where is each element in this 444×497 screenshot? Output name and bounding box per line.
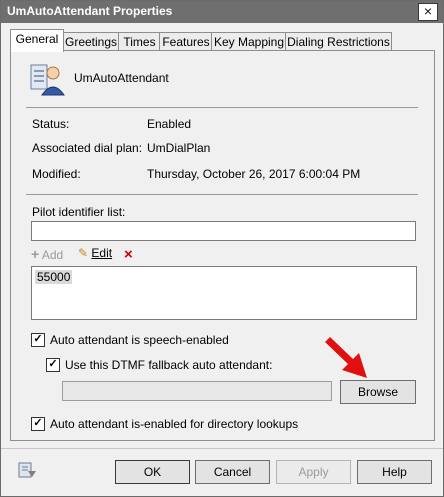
speech-enabled-checkbox[interactable]: ✓ bbox=[31, 333, 45, 347]
tab-times[interactable]: Times bbox=[118, 32, 161, 51]
edit-label: Edit bbox=[91, 246, 113, 260]
status-value: Enabled bbox=[147, 117, 192, 131]
properties-page-icon bbox=[18, 462, 36, 478]
tab-features[interactable]: Features bbox=[159, 32, 213, 51]
dtmf-fallback-input[interactable] bbox=[62, 381, 332, 401]
apply-label: Apply bbox=[298, 465, 329, 479]
dtmf-label: Use this DTMF fallback auto attendant: bbox=[65, 358, 273, 372]
pilot-list[interactable]: 55000 bbox=[31, 266, 417, 320]
add-button[interactable]: + Add bbox=[31, 246, 63, 262]
help-label: Help bbox=[382, 465, 407, 479]
red-arrow-icon bbox=[325, 337, 367, 378]
directory-lookup-checkbox[interactable]: ✓ bbox=[31, 417, 45, 431]
apply-button[interactable]: Apply bbox=[276, 460, 351, 484]
delete-x-icon[interactable]: × bbox=[124, 246, 133, 263]
cancel-button[interactable]: Cancel bbox=[195, 460, 270, 484]
dialplan-value: UmDialPlan bbox=[147, 141, 211, 155]
dtmf-checkbox[interactable]: ✓ bbox=[46, 358, 60, 372]
modified-value: Thursday, October 26, 2017 6:00:04 PM bbox=[147, 167, 361, 181]
help-button[interactable]: Help bbox=[357, 460, 432, 484]
directory-lookup-label: Auto attendant is-enabled for directory … bbox=[50, 417, 299, 431]
tab-key-mapping[interactable]: Key Mapping bbox=[211, 32, 287, 51]
separator-middle bbox=[26, 194, 418, 195]
footer-separator bbox=[1, 448, 443, 449]
status-label: Status: bbox=[32, 117, 70, 131]
browse-button[interactable]: Browse bbox=[340, 380, 416, 404]
window-title: UmAutoAttendant Properties bbox=[7, 4, 173, 18]
pilot-identifier-input[interactable] bbox=[31, 221, 416, 241]
tab-greetings-label: Greetings bbox=[64, 35, 118, 49]
edit-button[interactable]: ✎ Edit bbox=[78, 246, 112, 260]
attendant-name: UmAutoAttendant bbox=[74, 71, 169, 85]
browse-label: Browse bbox=[357, 385, 398, 399]
ok-button[interactable]: OK bbox=[115, 460, 190, 484]
tab-times-label: Times bbox=[123, 35, 156, 49]
cancel-label: Cancel bbox=[213, 465, 252, 479]
auto-attendant-icon bbox=[30, 64, 65, 96]
tab-general-label: General bbox=[15, 32, 59, 46]
tab-dialing-restrictions-label: Dialing Restrictions bbox=[287, 35, 390, 49]
properties-window: UmAutoAttendant Properties × General Gre… bbox=[0, 0, 444, 497]
close-icon[interactable]: × bbox=[418, 3, 438, 21]
edit-pencil-icon: ✎ bbox=[78, 246, 89, 260]
title-bar: UmAutoAttendant Properties × bbox=[1, 1, 443, 23]
ok-label: OK bbox=[143, 465, 162, 479]
add-icon: + bbox=[31, 246, 40, 262]
tab-key-mapping-label: Key Mapping bbox=[213, 35, 285, 49]
pilot-label: Pilot identifier list: bbox=[32, 205, 126, 219]
tab-features-label: Features bbox=[162, 35, 210, 49]
modified-label: Modified: bbox=[32, 167, 81, 181]
separator-top bbox=[26, 107, 418, 108]
add-label: Add bbox=[41, 248, 64, 262]
dialplan-label: Associated dial plan: bbox=[32, 141, 143, 155]
tab-greetings[interactable]: Greetings bbox=[62, 32, 120, 51]
tab-dialing-restrictions[interactable]: Dialing Restrictions bbox=[285, 32, 392, 51]
speech-enabled-label: Auto attendant is speech-enabled bbox=[50, 333, 229, 347]
list-item[interactable]: 55000 bbox=[35, 270, 73, 284]
tab-general[interactable]: General bbox=[10, 29, 64, 52]
